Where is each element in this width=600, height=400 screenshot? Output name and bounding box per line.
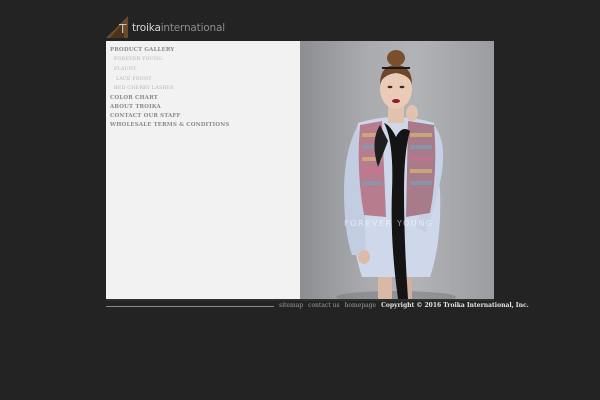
nav-about-troika[interactable]: ABOUT TROIKA xyxy=(110,103,296,112)
nav-color-chart[interactable]: COLOR CHART xyxy=(110,94,296,103)
nav-sub-lace-front[interactable]: LACE FRONT xyxy=(110,75,296,85)
nav-product-gallery[interactable]: PRODUCT GALLERY xyxy=(110,46,296,55)
footer-link-sitemap[interactable]: sitemap xyxy=(279,301,303,310)
main-panel: PRODUCT GALLERY FOREVER YOUNG FLAUNT LAC… xyxy=(106,41,494,299)
footer-link-contact-us[interactable]: contact us xyxy=(308,301,339,310)
site-logo[interactable]: T troikainternational xyxy=(106,14,225,38)
logo-text-secondary: international xyxy=(160,22,225,34)
nav-wholesale-terms[interactable]: WHOLESALE TERMS & CONDITIONS xyxy=(110,121,296,130)
hero-photo: FOREVER YOUNG xyxy=(300,41,494,299)
footer-link-homepage[interactable]: homepage xyxy=(345,301,377,310)
footer: sitemap contact us homepage Copyright © … xyxy=(279,301,529,310)
nav-contact-staff[interactable]: CONTACT OUR STAFF xyxy=(110,112,296,121)
logo-text-primary: troika xyxy=(132,22,161,34)
model-illustration xyxy=(336,50,456,299)
logo-mark-icon: T xyxy=(106,16,128,38)
copyright-notice: Copyright © 2016 Troika International, I… xyxy=(381,302,529,309)
side-navigation: PRODUCT GALLERY FOREVER YOUNG FLAUNT LAC… xyxy=(110,46,296,130)
nav-sub-forever-young[interactable]: FOREVER YOUNG xyxy=(110,55,296,65)
footer-divider xyxy=(106,306,274,307)
logo-wordmark: troikainternational xyxy=(132,21,225,38)
page: T troikainternational PRODUCT GALLERY FO… xyxy=(0,0,600,400)
nav-sub-red-cherry-lashes[interactable]: RED CHERRY LASHES xyxy=(110,84,296,94)
photo-watermark: FOREVER YOUNG xyxy=(344,219,434,228)
logo-mark-letter: T xyxy=(119,22,127,36)
nav-sub-flaunt[interactable]: FLAUNT xyxy=(110,65,296,75)
